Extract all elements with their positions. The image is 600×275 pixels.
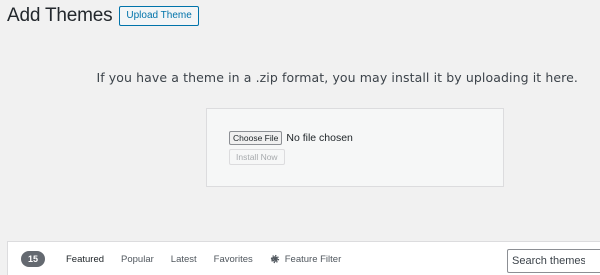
theme-filter-bar: 15 Featured Popular Latest Favorites Fea…: [7, 241, 600, 275]
file-status: No file chosen: [286, 132, 353, 144]
search-themes-input[interactable]: [507, 249, 600, 273]
theme-count-badge: 15: [21, 251, 45, 267]
file-input: Choose File No file chosen: [229, 131, 353, 145]
upload-form: Choose File No file chosen Install Now: [206, 108, 504, 187]
feature-filter-button[interactable]: Feature Filter: [270, 253, 342, 265]
upload-instructions: If you have a theme in a .zip format, yo…: [96, 70, 578, 85]
filter-links: Featured Popular Latest Favorites Featur…: [66, 242, 358, 275]
page-title: Add Themes: [7, 5, 113, 26]
filter-link-latest[interactable]: Latest: [171, 254, 197, 265]
filter-link-featured[interactable]: Featured: [66, 254, 104, 265]
gear-icon: [270, 254, 280, 264]
upload-theme-button[interactable]: Upload Theme: [119, 6, 199, 26]
filter-link-popular[interactable]: Popular: [121, 254, 154, 265]
feature-filter-label: Feature Filter: [284, 253, 342, 265]
install-now-button[interactable]: Install Now: [229, 149, 285, 165]
page-header: Add Themes Upload Theme: [7, 5, 199, 27]
choose-file-button[interactable]: Choose File: [229, 131, 283, 145]
filter-link-favorites[interactable]: Favorites: [214, 254, 253, 265]
